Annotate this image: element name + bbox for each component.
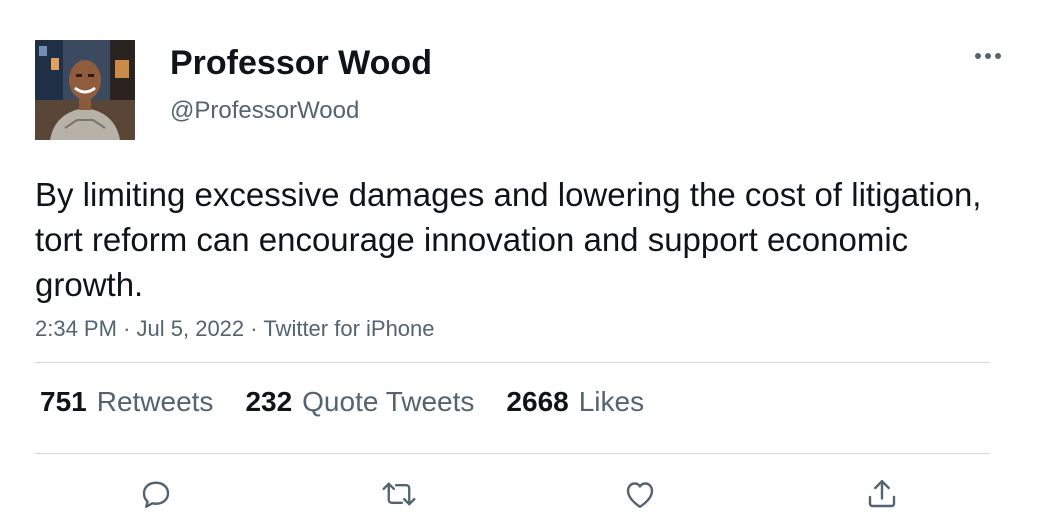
quote-tweets-stat[interactable]: 232 Quote Tweets xyxy=(245,386,474,418)
tweet-text: By limiting excessive damages and loweri… xyxy=(35,176,982,303)
tweet-date[interactable]: Jul 5, 2022 xyxy=(137,316,245,341)
likes-label: Likes xyxy=(578,386,645,417)
quote-tweets-count: 232 xyxy=(245,386,293,417)
retweets-label: Retweets xyxy=(96,386,214,417)
tweet-meta: 2:34 PM · Jul 5, 2022 · Twitter for iPho… xyxy=(35,316,435,342)
tweet-time[interactable]: 2:34 PM xyxy=(35,316,117,341)
more-options-button[interactable] xyxy=(970,44,1006,68)
retweet-icon xyxy=(382,482,416,506)
share-button[interactable] xyxy=(862,474,902,514)
retweet-button[interactable] xyxy=(379,474,419,514)
more-horizontal-icon xyxy=(975,53,1001,59)
divider xyxy=(35,453,990,454)
author-display-name[interactable]: Professor Wood xyxy=(170,44,432,83)
share-icon xyxy=(868,480,896,508)
tweet-stats: 751 Retweets 232 Quote Tweets 2668 Likes xyxy=(40,386,644,418)
action-bar xyxy=(0,474,1050,514)
meta-separator: · xyxy=(250,316,258,341)
retweets-stat[interactable]: 751 Retweets xyxy=(40,386,213,418)
tweet-source[interactable]: Twitter for iPhone xyxy=(263,316,434,341)
avatar-photo xyxy=(35,40,135,140)
divider xyxy=(35,362,990,363)
like-button[interactable] xyxy=(620,474,660,514)
reply-button[interactable] xyxy=(136,474,176,514)
quote-tweets-label: Quote Tweets xyxy=(302,386,475,417)
likes-count: 2668 xyxy=(506,386,569,417)
reply-icon xyxy=(142,481,170,508)
retweets-count: 751 xyxy=(40,386,87,417)
author-handle[interactable]: @ProfessorWood xyxy=(170,97,359,125)
likes-stat[interactable]: 2668 Likes xyxy=(506,386,644,418)
avatar[interactable] xyxy=(35,40,135,140)
meta-separator: · xyxy=(123,316,131,341)
heart-icon xyxy=(626,482,654,508)
